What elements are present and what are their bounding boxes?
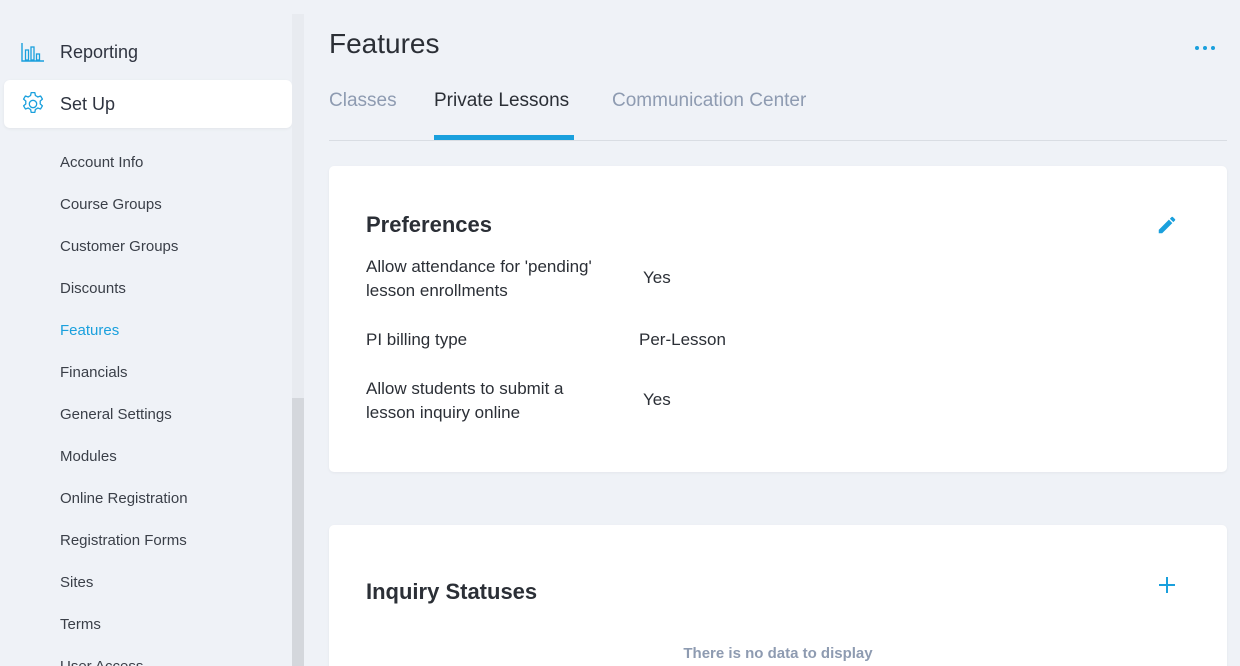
sidebar-item-user-access[interactable]: User Access [0, 646, 290, 666]
empty-state-message: There is no data to display [683, 645, 873, 662]
sidebar-item-customer-groups[interactable]: Customer Groups [0, 226, 290, 268]
sidebar-item-modules[interactable]: Modules [0, 436, 290, 478]
pref-value-online-inquiry: Yes [643, 390, 671, 409]
preferences-card: Preferences Allow attendance for 'pendin… [329, 166, 1227, 472]
sidebar-item-online-registration[interactable]: Online Registration [0, 478, 290, 520]
inquiry-statuses-title: Inquiry Statuses [366, 579, 538, 604]
sidebar-item-terms[interactable]: Terms [0, 604, 290, 646]
bar-chart-icon [20, 39, 46, 65]
sidebar-item-registration-forms[interactable]: Registration Forms [0, 520, 290, 562]
sidebar-item-course-groups[interactable]: Course Groups [0, 184, 290, 226]
pref-value-billing-type: Per-Lesson [639, 330, 726, 349]
tab-private-lessons[interactable]: Private Lessons [434, 84, 574, 140]
inquiry-statuses-card: Inquiry Statuses There is no data to dis… [329, 525, 1227, 666]
tab-communication-center[interactable]: Communication Center [612, 84, 806, 140]
pref-label-billing-type: PI billing type [366, 330, 468, 349]
preferences-title: Preferences [366, 212, 492, 237]
more-horizontal-icon [1195, 46, 1199, 50]
plus-icon [1155, 577, 1179, 601]
sidebar: Reporting Set Up Account Info Course Gro… [0, 0, 305, 666]
nav-reporting-label: Reporting [60, 41, 139, 62]
edit-preferences-button[interactable] [1156, 214, 1178, 236]
more-horizontal-icon [1203, 46, 1207, 50]
pref-label-pending-attendance: Allow attendance for 'pending' lesson en… [366, 257, 592, 300]
nav-reporting[interactable]: Reporting [4, 28, 292, 76]
sidebar-scrollbar-thumb[interactable] [292, 398, 304, 666]
feature-tabs: Classes Private Lessons Communication Ce… [329, 84, 1227, 141]
sidebar-item-account-info[interactable]: Account Info [0, 142, 290, 184]
sidebar-item-discounts[interactable]: Discounts [0, 268, 290, 310]
nav-setup-label: Set Up [60, 93, 116, 114]
pref-label-online-inquiry: Allow students to submit a lesson inquir… [366, 379, 564, 422]
sidebar-item-financials[interactable]: Financials [0, 352, 290, 394]
sidebar-item-general-settings[interactable]: General Settings [0, 394, 290, 436]
gear-icon [20, 91, 46, 117]
more-horizontal-icon [1211, 46, 1215, 50]
sidebar-item-sites[interactable]: Sites [0, 562, 290, 604]
setup-submenu: Account Info Course Groups Customer Grou… [0, 142, 290, 666]
sidebar-item-features[interactable]: Features [0, 310, 290, 352]
add-inquiry-status-button[interactable] [1155, 573, 1179, 597]
tab-classes[interactable]: Classes [329, 84, 397, 140]
nav-setup[interactable]: Set Up [4, 80, 292, 128]
page-title: Features [329, 28, 440, 59]
more-options-button[interactable] [1192, 38, 1218, 58]
pref-value-pending-attendance: Yes [643, 268, 671, 287]
pencil-icon [1156, 216, 1178, 240]
